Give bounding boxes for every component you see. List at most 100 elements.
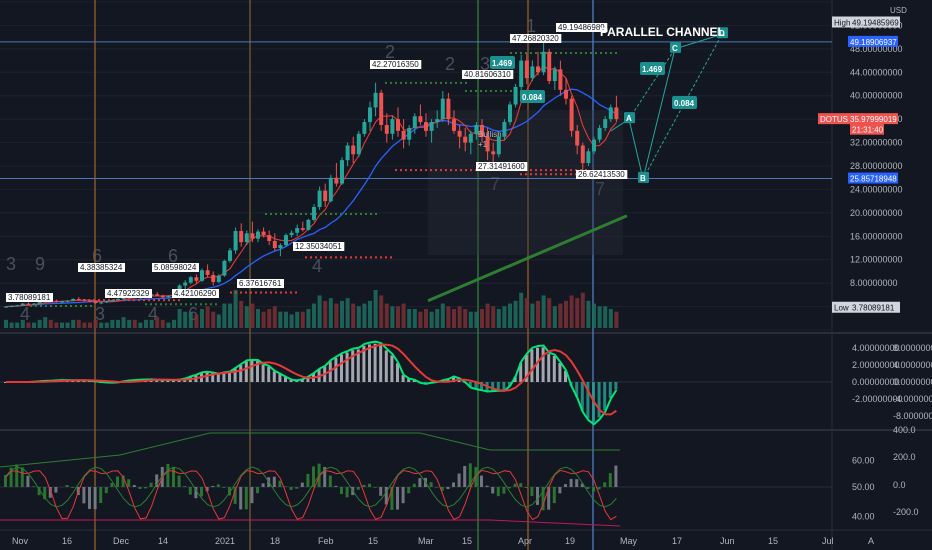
osc-tick-label: 60.00 <box>852 456 875 466</box>
volume-bar <box>547 298 552 328</box>
candle-body <box>519 60 524 87</box>
wave-number: 3 <box>6 254 16 274</box>
price-tick-label: 44.00000000 <box>850 67 903 77</box>
candle-body <box>452 119 456 131</box>
candle-body <box>407 127 412 140</box>
volume-bar <box>289 314 294 328</box>
osc-bar <box>82 487 86 504</box>
swing-label: 42.27016350 <box>372 60 419 69</box>
osc-bar <box>530 487 534 497</box>
volume-bar <box>508 303 512 328</box>
volume-bar <box>188 311 193 328</box>
candle-body <box>205 270 210 275</box>
candle-body <box>239 231 244 243</box>
volume-bar <box>345 298 350 328</box>
volume-bar <box>513 300 518 328</box>
osc-bar <box>144 487 147 489</box>
osc-bar <box>362 484 366 487</box>
volume-bar <box>463 309 468 328</box>
macd-histogram-bar <box>222 372 226 382</box>
osc-bar <box>558 487 562 494</box>
candle-body <box>401 130 406 140</box>
volume-bar <box>491 306 496 328</box>
macd-histogram-bar <box>368 344 371 382</box>
candle-body <box>99 302 104 304</box>
candle-body <box>104 301 109 303</box>
osc-bar <box>463 465 467 487</box>
macd-histogram-bar <box>603 382 607 411</box>
volume-bar <box>334 303 339 328</box>
swing-label: 26.62413530 <box>578 170 625 179</box>
volume-bar <box>272 306 277 328</box>
volume-bar <box>93 319 98 328</box>
candle-body <box>278 245 283 248</box>
osc-bar <box>149 482 153 487</box>
price-tick-label: 16.00000000 <box>850 231 903 241</box>
currency-label: USD <box>890 6 907 15</box>
volume-bar <box>127 319 132 328</box>
osc-bar <box>110 482 114 487</box>
volume-bar <box>116 319 120 328</box>
volume-bar <box>65 322 70 328</box>
volume-bar <box>278 311 283 328</box>
candle-body <box>328 177 333 202</box>
volume-bar <box>452 309 456 328</box>
osc-bar <box>138 487 142 489</box>
candle-body <box>216 275 221 282</box>
candle-body <box>569 98 574 131</box>
macd-histogram-bar <box>272 371 276 382</box>
volume-bar <box>379 295 384 328</box>
swing-label: 4.38385324 <box>80 263 123 272</box>
volume-bar <box>121 317 126 328</box>
osc-bar <box>272 476 276 487</box>
volume-bar <box>233 290 238 328</box>
osc-bar <box>603 482 607 487</box>
volume-bar <box>558 303 563 328</box>
candle-body <box>340 160 344 184</box>
candle-body <box>183 282 188 286</box>
volume-bar <box>485 303 490 328</box>
volume-bar <box>43 317 48 328</box>
candle-body <box>71 298 76 301</box>
time-tick-label: 15 <box>768 536 778 546</box>
osc-bar <box>172 467 175 487</box>
price-chart[interactable]: 3 9 6 64 3 4 6422 3717 ABCD1.4690.0841.4690.084… <box>0 0 932 550</box>
price-tick-label: 32.00000000 <box>850 138 903 148</box>
volume-bar <box>390 306 395 328</box>
candle-body <box>558 69 563 90</box>
volume-bar <box>60 322 64 328</box>
swing-label: 27.31491600 <box>478 162 525 171</box>
volume-bar <box>9 322 14 328</box>
osc-tick-label: 50.00 <box>852 482 875 492</box>
candle-body <box>513 86 518 105</box>
candle-body <box>284 235 288 246</box>
candle-body <box>603 119 608 128</box>
candle-body <box>155 294 160 296</box>
volume-bar <box>580 292 585 328</box>
macd-histogram-bar <box>597 382 601 418</box>
volume-bar <box>284 311 288 328</box>
volume-bar <box>384 303 389 328</box>
osc-bar <box>222 487 226 488</box>
chart-title: PARALLEL CHANNEL <box>600 25 725 39</box>
osc-bar <box>575 479 579 487</box>
candle-body <box>26 303 31 305</box>
candle-body <box>312 207 316 220</box>
osc-bar <box>508 487 511 489</box>
volume-bar <box>228 303 232 328</box>
macd-right-tick-label: 8.00000000 <box>893 343 932 353</box>
macd-right-tick-label: 0.00000000 <box>893 377 932 387</box>
macd-histogram-bar <box>205 372 209 382</box>
volume-bar <box>205 306 210 328</box>
osc-bar <box>127 479 131 487</box>
osc-bar <box>407 487 411 494</box>
wave-number: 2 <box>385 42 395 62</box>
osc-bar <box>289 487 293 490</box>
osc-bar <box>496 487 500 497</box>
volume-bar <box>211 311 216 328</box>
candle-body <box>524 60 529 79</box>
swing-label: 6.37616761 <box>239 279 282 288</box>
volume-bar <box>261 311 266 328</box>
osc-bar <box>250 487 254 504</box>
swing-label: 12.35034051 <box>295 242 342 251</box>
